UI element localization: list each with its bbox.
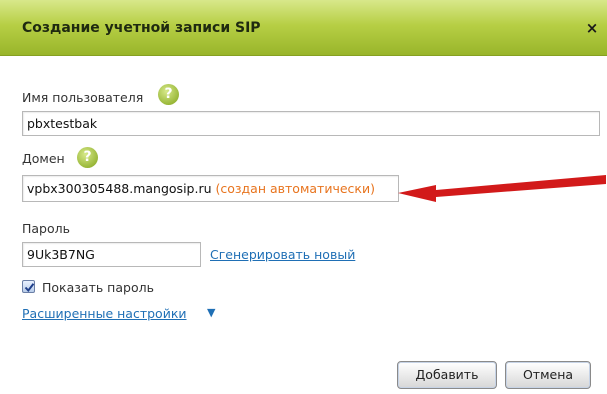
dialog-titlebar: Создание учетной записи SIP × <box>0 0 607 56</box>
domain-label: Домен <box>22 151 65 166</box>
close-icon[interactable]: × <box>584 20 600 36</box>
show-password-checkbox[interactable] <box>22 280 35 293</box>
generate-password-link[interactable]: Сгенерировать новый <box>210 247 355 262</box>
dropdown-triangle-icon[interactable]: ▼ <box>207 306 215 319</box>
annotation-arrow-icon <box>398 175 606 202</box>
domain-field: vpbx300305488.mangosip.ru (создан автома… <box>22 175 399 202</box>
advanced-settings-link[interactable]: Расширенные настройки <box>22 306 187 321</box>
username-label: Имя пользователя <box>22 90 144 105</box>
domain-value: vpbx300305488.mangosip.ru <box>27 181 212 196</box>
username-field[interactable]: pbxtestbak <box>22 111 600 136</box>
password-field[interactable]: 9Uk3B7NG <box>22 242 201 267</box>
dialog-title: Создание учетной записи SIP <box>22 20 261 36</box>
checkmark-icon <box>24 283 35 293</box>
username-help-icon[interactable]: ? <box>158 84 179 105</box>
password-label: Пароль <box>22 221 70 236</box>
cancel-button[interactable]: Отмена <box>505 361 591 389</box>
show-password-label: Показать пароль <box>42 280 154 295</box>
domain-help-icon[interactable]: ? <box>77 147 98 168</box>
domain-auto-note: (создан автоматически) <box>215 181 375 196</box>
add-button[interactable]: Добавить <box>397 361 497 389</box>
